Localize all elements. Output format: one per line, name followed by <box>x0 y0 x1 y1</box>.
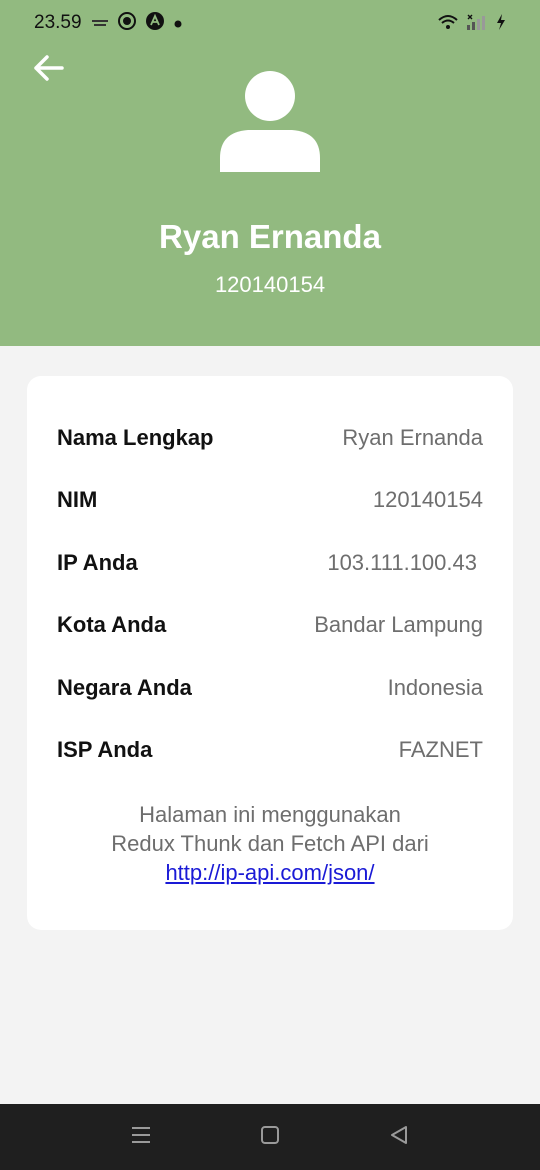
info-label: Kota Anda <box>57 612 167 637</box>
info-label: IP Anda <box>57 550 138 575</box>
info-value: 103.111.100.43 <box>327 550 477 575</box>
target-icon <box>118 12 136 35</box>
wifi-icon <box>438 14 458 35</box>
info-label: ISP Anda <box>57 737 153 762</box>
info-value: FAZNET <box>398 737 483 762</box>
footer-note-line2: Redux Thunk dan Fetch API dari <box>111 831 429 856</box>
info-row-isp: ISP Anda FAZNET <box>57 735 483 765</box>
home-button[interactable] <box>257 1124 283 1150</box>
info-value: Ryan Ernanda <box>342 425 483 450</box>
status-icons-left <box>92 12 182 35</box>
info-label: Nama Lengkap <box>57 425 214 450</box>
footer-note: Halaman ini menggunakan Redux Thunk dan … <box>27 800 513 887</box>
profile-name: Ryan Ernanda <box>159 218 381 255</box>
menu-icon <box>130 1125 152 1150</box>
dot-icon <box>174 15 182 33</box>
info-row-negara: Negara Anda Indonesia <box>57 673 483 703</box>
brand-a-icon <box>146 12 164 35</box>
menu-button[interactable] <box>128 1124 154 1150</box>
info-row-nama: Nama Lengkap Ryan Ernanda <box>57 423 483 453</box>
info-row-nim: NIM 120140154 <box>57 485 483 515</box>
charging-bolt-icon <box>496 14 506 35</box>
arrow-left-icon <box>32 54 64 87</box>
profile-header: 23.59 Ryan Ernanda 120140154 <box>0 0 540 346</box>
info-label: NIM <box>57 487 98 512</box>
info-value: Indonesia <box>387 675 483 700</box>
signal-icon <box>466 14 488 35</box>
info-value: Bandar Lampung <box>314 612 483 637</box>
status-time: 23.59 <box>34 12 82 33</box>
user-avatar-icon <box>218 70 322 174</box>
api-link[interactable]: http://ip-api.com/json/ <box>165 860 374 885</box>
system-nav-bar <box>0 1104 540 1170</box>
footer-note-line1: Halaman ini menggunakan <box>139 802 401 827</box>
home-square-icon <box>259 1124 281 1151</box>
back-button[interactable] <box>28 50 68 90</box>
info-card: Nama Lengkap Ryan Ernanda NIM 120140154 … <box>27 376 513 930</box>
info-row-ip: IP Anda 103.111.100.43 <box>57 548 483 578</box>
profile-nim: 120140154 <box>214 272 326 297</box>
back-triangle-icon <box>388 1124 410 1151</box>
status-icons-right <box>438 14 506 35</box>
info-row-kota: Kota Anda Bandar Lampung <box>57 610 483 640</box>
info-value: 120140154 <box>372 487 483 512</box>
notification-app-icon <box>92 15 108 33</box>
status-bar: 23.59 <box>0 0 540 48</box>
info-label: Negara Anda <box>57 675 192 700</box>
back-nav-button[interactable] <box>386 1124 412 1150</box>
